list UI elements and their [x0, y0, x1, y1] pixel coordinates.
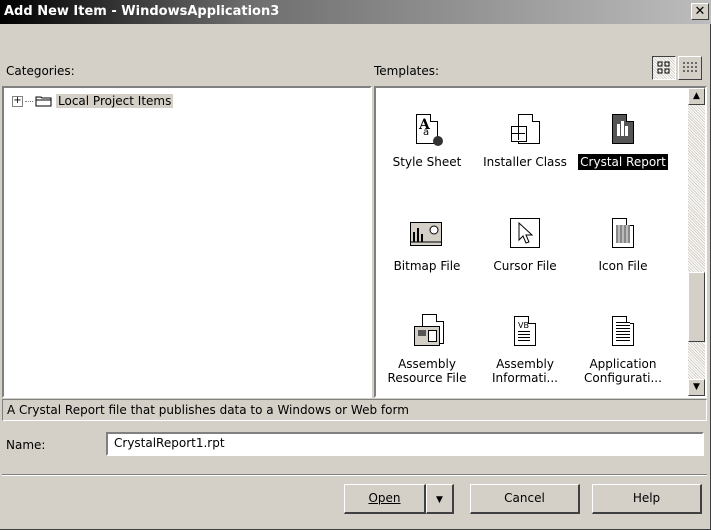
close-button[interactable]: ✕: [691, 3, 709, 20]
add-new-item-dialog: Add New Item - WindowsApplication3 ✕ Cat…: [0, 0, 711, 530]
arrow-up-icon: ▲: [693, 91, 700, 101]
crystal-report-icon: [606, 112, 640, 148]
style-sheet-icon: A a: [410, 112, 444, 148]
assembly-info-icon: VB: [508, 314, 542, 350]
description-text: A Crystal Report file that publishes dat…: [2, 399, 707, 421]
template-label: Style Sheet: [392, 155, 462, 169]
chevron-down-icon: ▼: [436, 495, 443, 505]
expand-icon[interactable]: +: [12, 95, 23, 107]
large-icons-icon: [657, 61, 670, 74]
template-style-sheet[interactable]: A a Style Sheet: [378, 112, 476, 170]
templates-scrollbar[interactable]: ▲ ▼: [688, 88, 705, 396]
template-label: Crystal Report: [578, 154, 668, 170]
bitmap-icon: [410, 216, 444, 252]
categories-label: Categories:: [6, 64, 75, 78]
arrow-down-icon: ▼: [693, 382, 700, 392]
template-label: Installer Class: [483, 155, 567, 169]
templates-label: Templates:: [374, 64, 440, 78]
template-label: Cursor File: [493, 259, 557, 273]
template-label: Assembly Resource File: [387, 357, 467, 385]
template-installer-class[interactable]: Installer Class: [476, 112, 574, 170]
template-assembly-resource-file[interactable]: Assembly Resource File: [378, 314, 476, 386]
template-cursor-file[interactable]: Cursor File: [476, 216, 574, 274]
list-view-button[interactable]: [678, 56, 702, 80]
help-button-label: Help: [632, 491, 661, 505]
tree-item-label: Local Project Items: [56, 94, 174, 108]
icon-file-icon: [606, 216, 640, 252]
installer-class-icon: [508, 112, 542, 148]
template-label: Icon File: [598, 259, 648, 273]
tree-connector: [25, 100, 33, 102]
templates-grid: A a Style Sheet Installer Class Crystal …: [376, 88, 688, 396]
folder-icon: [35, 95, 53, 107]
open-button-label: Open: [368, 491, 401, 505]
window-title: Add New Item - WindowsApplication3: [4, 4, 280, 19]
categories-tree[interactable]: + Local Project Items: [2, 86, 372, 398]
cancel-button-label: Cancel: [504, 491, 545, 505]
template-label: Bitmap File: [393, 259, 461, 273]
scroll-up-button[interactable]: ▲: [688, 88, 705, 105]
cursor-icon: [508, 216, 542, 252]
open-button[interactable]: Open: [344, 484, 426, 514]
large-icons-view-button[interactable]: [652, 56, 676, 80]
separator: [2, 474, 707, 476]
name-input[interactable]: CrystalReport1.rpt: [106, 432, 704, 456]
tree-item-local-project-items[interactable]: + Local Project Items: [12, 92, 174, 110]
list-icon: [683, 62, 697, 72]
title-bar[interactable]: Add New Item - WindowsApplication3 ✕: [0, 0, 711, 24]
assembly-resource-icon: [410, 314, 444, 350]
templates-list[interactable]: A a Style Sheet Installer Class Crystal …: [374, 86, 707, 398]
template-crystal-report[interactable]: Crystal Report: [574, 112, 672, 170]
template-application-configuration[interactable]: Application Configurati...: [574, 314, 672, 386]
template-label: Assembly Informati...: [492, 357, 558, 385]
app-config-icon: [606, 314, 640, 350]
template-label: Application Configurati...: [584, 357, 662, 385]
scroll-thumb[interactable]: [688, 272, 705, 342]
cancel-button[interactable]: Cancel: [470, 484, 580, 514]
template-assembly-information[interactable]: VB Assembly Informati...: [476, 314, 574, 386]
template-bitmap-file[interactable]: Bitmap File: [378, 216, 476, 274]
scroll-down-button[interactable]: ▼: [688, 379, 705, 396]
template-icon-file[interactable]: Icon File: [574, 216, 672, 274]
help-button[interactable]: Help: [592, 484, 702, 514]
name-label: Name:: [6, 438, 46, 452]
open-dropdown-button[interactable]: ▼: [426, 484, 454, 514]
close-icon: ✕: [694, 4, 706, 19]
